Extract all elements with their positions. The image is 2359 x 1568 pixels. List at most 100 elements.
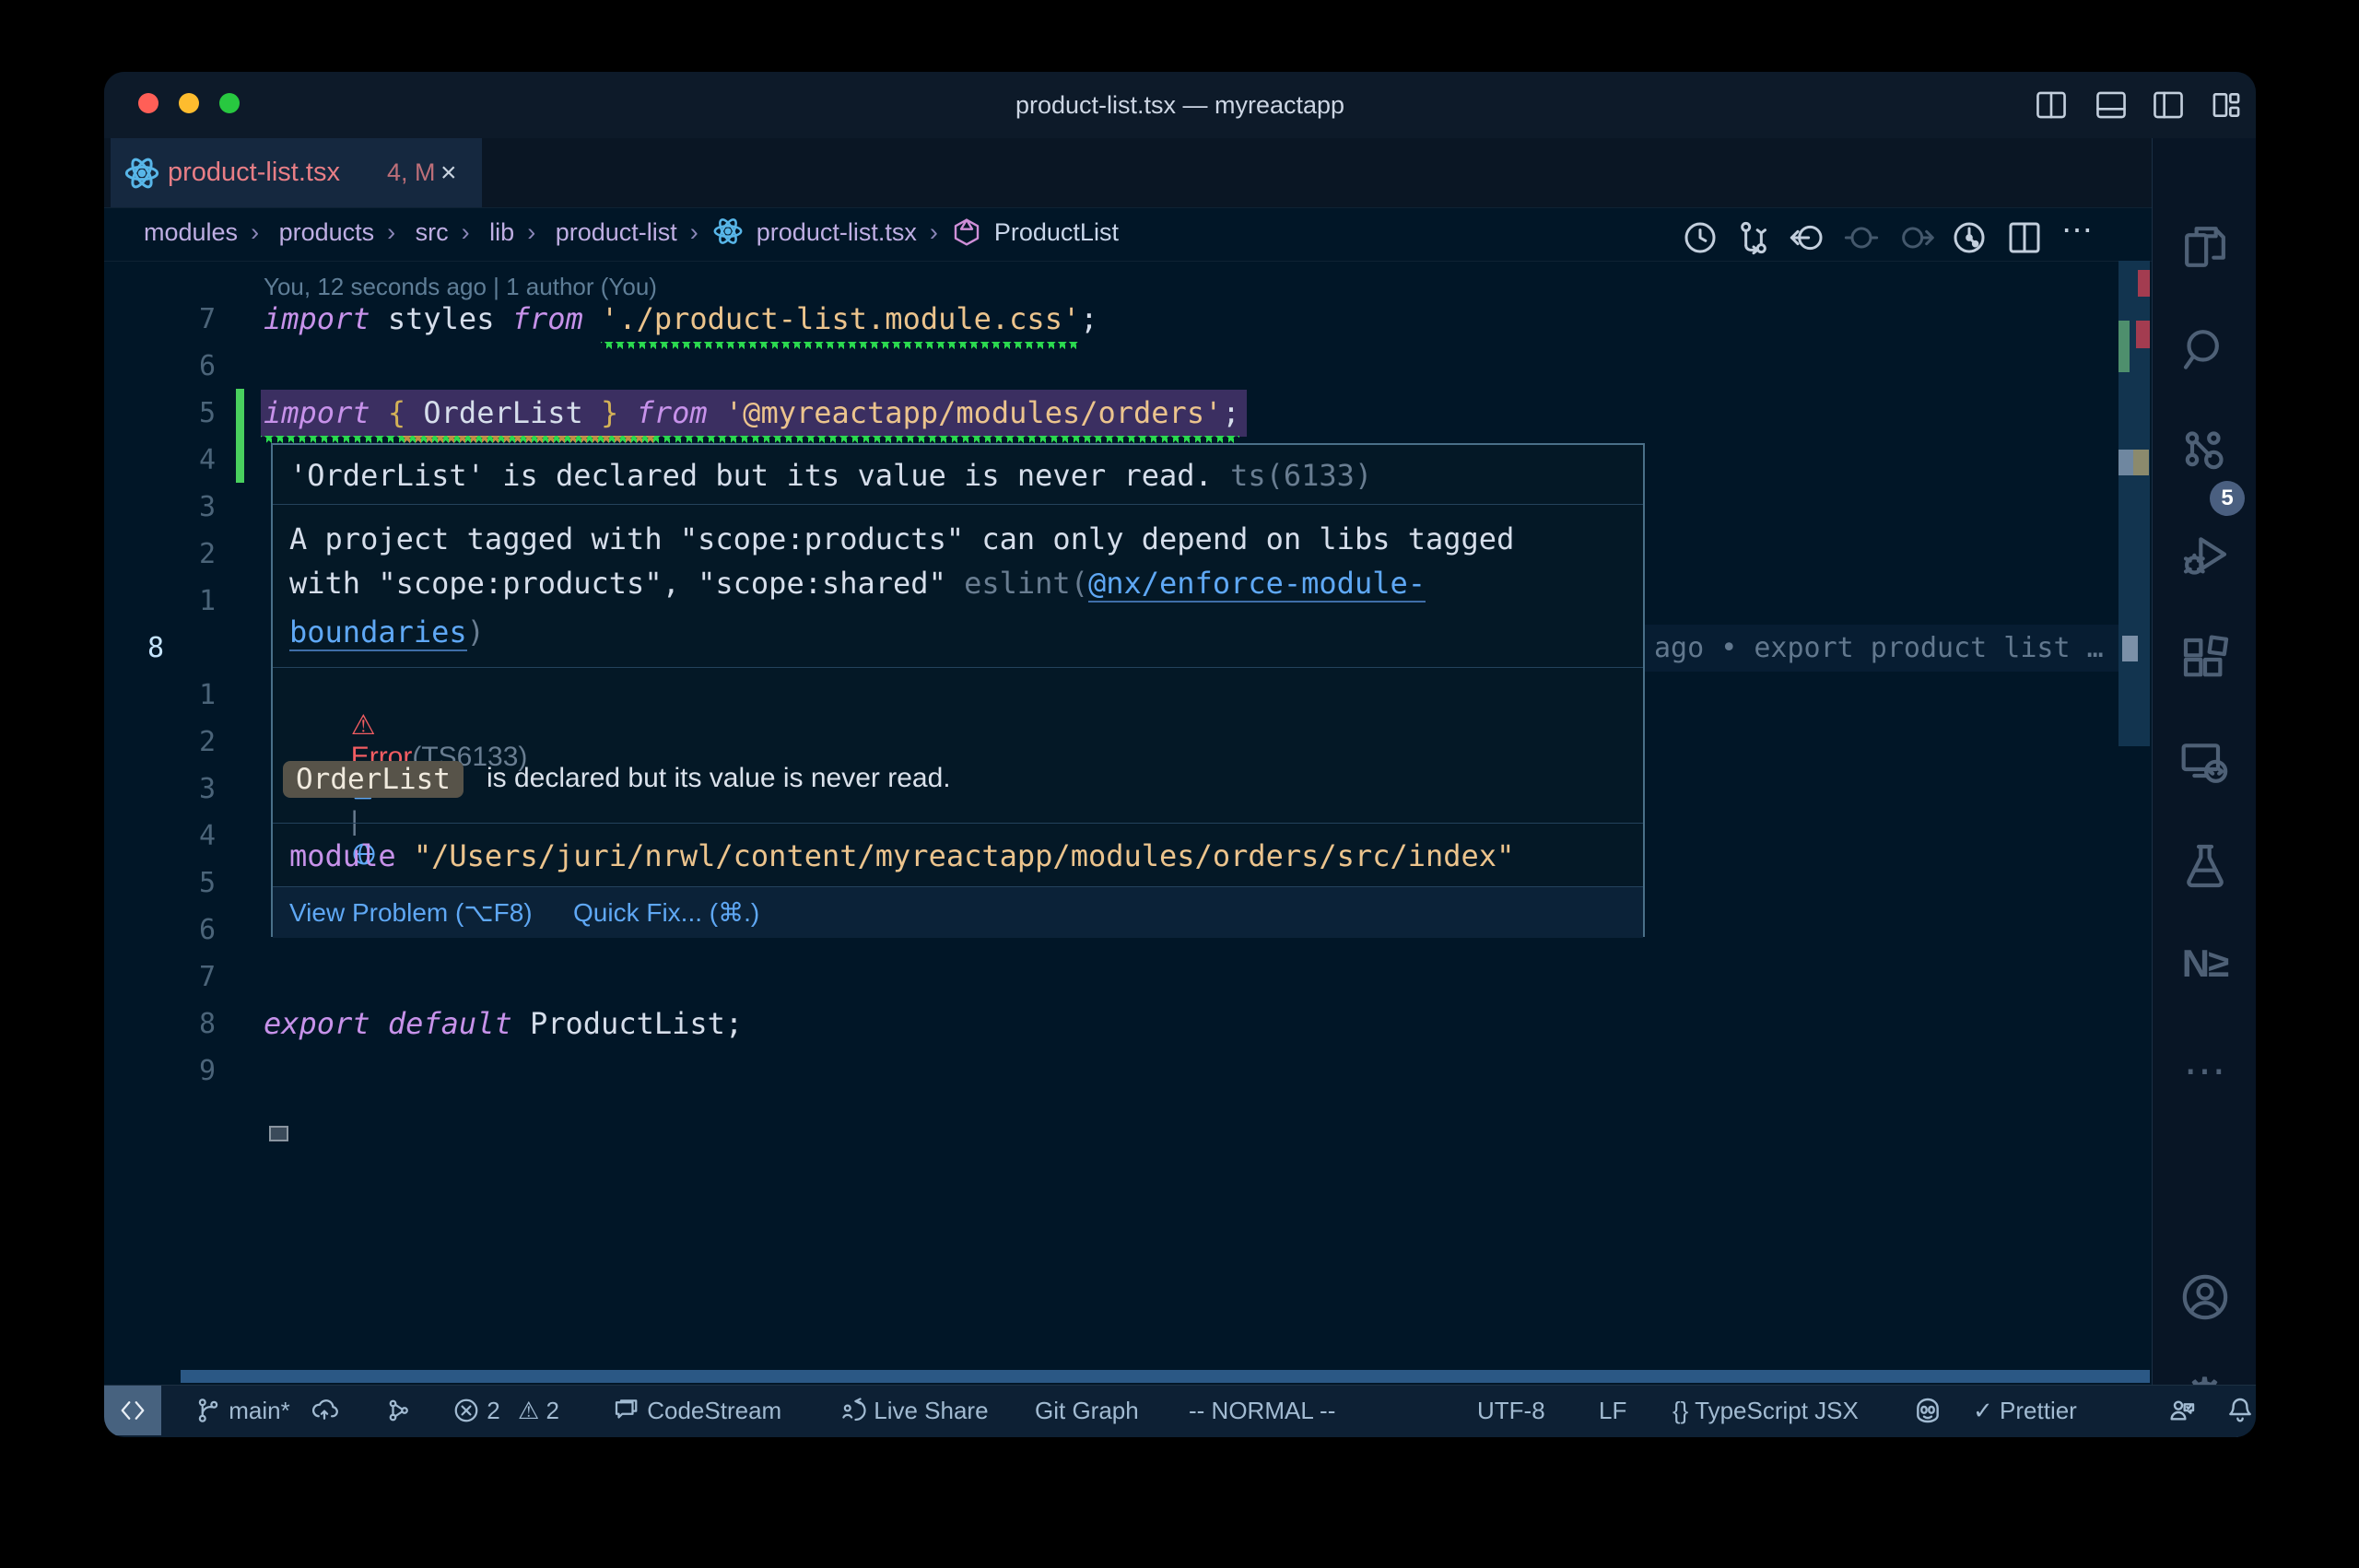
- vim-mode-item[interactable]: -- NORMAL --: [1189, 1386, 1335, 1435]
- window-title: product-list.tsx — myreactapp: [104, 72, 2256, 138]
- overview-cursor-mark: [2122, 636, 2138, 661]
- git-graph-label: Git Graph: [1035, 1397, 1139, 1424]
- breadcrumb-sep: ›: [251, 207, 259, 257]
- language-mode-item[interactable]: {} TypeScript JSX: [1672, 1386, 1859, 1435]
- line-number[interactable]: 6: [141, 343, 216, 390]
- line-number[interactable]: 4: [141, 813, 216, 860]
- line-number[interactable]: 7: [141, 296, 216, 343]
- breadcrumb-file[interactable]: product-list.tsx: [757, 207, 917, 257]
- split-vertical-icon[interactable]: [2035, 90, 2068, 124]
- line-number[interactable]: 1: [141, 578, 216, 625]
- line-number[interactable]: 5: [141, 860, 216, 907]
- eol-item[interactable]: LF: [1599, 1386, 1626, 1435]
- quick-fix-link[interactable]: Quick Fix... (⌘.): [573, 887, 759, 938]
- split-horizontal-icon[interactable]: [2095, 90, 2128, 124]
- keyword-from: from: [637, 395, 708, 430]
- rule-text: with "scope:products", "scope:shared": [289, 566, 964, 601]
- line-number[interactable]: 9: [141, 1047, 216, 1094]
- overview-mark-info: [2118, 450, 2133, 475]
- line-number[interactable]: 1: [141, 672, 216, 719]
- divider: [273, 667, 1643, 668]
- line-number[interactable]: 2: [141, 531, 216, 578]
- nx-console-icon[interactable]: N≥: [2153, 942, 2256, 986]
- tab-close-icon[interactable]: ×: [440, 138, 457, 207]
- view-problem-link[interactable]: View Problem (⌥F8): [289, 887, 533, 938]
- semicolon: ;: [1222, 395, 1239, 430]
- prettier-label: Prettier: [2000, 1397, 2077, 1424]
- code-line[interactable]: import styles from './product-list.modul…: [264, 296, 1097, 343]
- explorer-icon[interactable]: [2153, 221, 2256, 277]
- nx-rule-link[interactable]: boundaries: [289, 614, 467, 651]
- problems-item[interactable]: 2 ⚠ 2: [452, 1386, 559, 1435]
- debug-icon[interactable]: [2153, 531, 2256, 587]
- line-number[interactable]: 4: [141, 437, 216, 484]
- nx-badge: 5: [2210, 481, 2245, 516]
- status-bar: main* 2 ⚠ 2 CodeStream Live Share Git Gr…: [104, 1385, 2256, 1437]
- codestream-item[interactable]: CodeStream: [611, 1386, 781, 1435]
- breadcrumb-product-list[interactable]: product-list: [556, 207, 677, 257]
- search-icon[interactable]: [2153, 324, 2256, 380]
- tab-bar: product-list.tsx 4, M × ⋯: [104, 138, 2152, 208]
- line-number[interactable]: 8: [141, 1000, 216, 1047]
- toggle-panel-icon[interactable]: [2152, 90, 2185, 124]
- horizontal-scrollbar[interactable]: [181, 1370, 2150, 1383]
- line-number[interactable]: 6: [141, 907, 216, 954]
- nx-rule-link[interactable]: @nx/enforce-module-: [1088, 566, 1426, 603]
- lint-squiggle-green: [601, 342, 1080, 349]
- nx-graph-icon[interactable]: [2153, 427, 2256, 484]
- identifier-orderlist: OrderList: [405, 395, 601, 430]
- keyword-import: import: [264, 301, 370, 336]
- hover-message: 'OrderList' is declared but its value is…: [289, 458, 1372, 493]
- breadcrumb-src[interactable]: src: [416, 207, 449, 257]
- code-line[interactable]: import { OrderList } from '@myreactapp/m…: [264, 390, 1240, 437]
- breadcrumb-lib[interactable]: lib: [489, 207, 514, 257]
- feedback-icon[interactable]: [2166, 1386, 2198, 1435]
- remote-indicator-button[interactable]: [104, 1386, 161, 1435]
- notifications-bell-icon[interactable]: [2225, 1386, 2255, 1435]
- symbol-box-icon: [952, 214, 981, 263]
- hover-rule-line3: boundaries): [289, 614, 485, 649]
- error-hover-tooltip: 'OrderList' is declared but its value is…: [271, 443, 1645, 937]
- extensions-icon[interactable]: [2153, 634, 2256, 690]
- breadcrumb-products[interactable]: products: [279, 207, 375, 257]
- badge-description: is declared but its value is never read.: [487, 763, 951, 794]
- line-number[interactable]: 3: [141, 766, 216, 813]
- line-number[interactable]: 7: [141, 954, 216, 1000]
- line-number[interactable]: 5: [141, 390, 216, 437]
- inline-blame-text: ago • export product list …: [1654, 625, 2104, 672]
- encoding-item[interactable]: UTF-8: [1477, 1386, 1545, 1435]
- rule-close-paren: ): [467, 614, 485, 649]
- breadcrumb-modules[interactable]: modules: [144, 207, 238, 257]
- overview-mark-added: [2118, 321, 2130, 372]
- line-number[interactable]: 2: [141, 719, 216, 766]
- copilot-status-icon[interactable]: [1912, 1386, 1943, 1435]
- code-line[interactable]: export default ProductList;: [264, 1000, 743, 1047]
- git-graph-item[interactable]: Git Graph: [1035, 1386, 1139, 1435]
- hover-resize-handle[interactable]: [269, 1126, 288, 1141]
- code-editor[interactable]: You, 12 seconds ago | 1 author (You) 7 6…: [104, 261, 2152, 1370]
- hover-module-row: module "/Users/juri/nrwl/content/myreact…: [289, 838, 1514, 873]
- test-beaker-icon[interactable]: [2153, 840, 2256, 896]
- git-branch-item[interactable]: main*: [194, 1386, 339, 1435]
- hover-action-bar: View Problem (⌥F8) Quick Fix... (⌘.): [273, 886, 1643, 938]
- breadcrumb-symbol[interactable]: ProductList: [994, 207, 1119, 257]
- live-share-item[interactable]: Live Share: [839, 1386, 989, 1435]
- keyword-import: import: [264, 395, 370, 430]
- close-brace: }: [601, 395, 618, 430]
- prettier-item[interactable]: ✓ Prettier: [1973, 1386, 2077, 1435]
- warning-triangle-icon: ⚠: [351, 710, 376, 741]
- live-share-label: Live Share: [874, 1397, 988, 1424]
- current-line-number[interactable]: 8: [147, 625, 164, 672]
- remote-explorer-icon[interactable]: [2153, 737, 2256, 793]
- customize-layout-icon[interactable]: [2210, 90, 2243, 124]
- tab-product-list[interactable]: product-list.tsx 4, M ×: [111, 138, 482, 207]
- line-number[interactable]: 3: [141, 484, 216, 531]
- keyword-export-default: export default: [264, 1006, 512, 1041]
- more-views-icon[interactable]: ⋯: [2153, 1046, 2256, 1095]
- tab-modified-badge: 4, M: [387, 138, 436, 207]
- accounts-icon[interactable]: [2153, 1271, 2256, 1328]
- git-graph-status-icon[interactable]: [386, 1386, 414, 1435]
- hover-error-code: ts(6133): [1230, 458, 1372, 493]
- react-icon: [712, 214, 744, 263]
- space: [583, 301, 601, 336]
